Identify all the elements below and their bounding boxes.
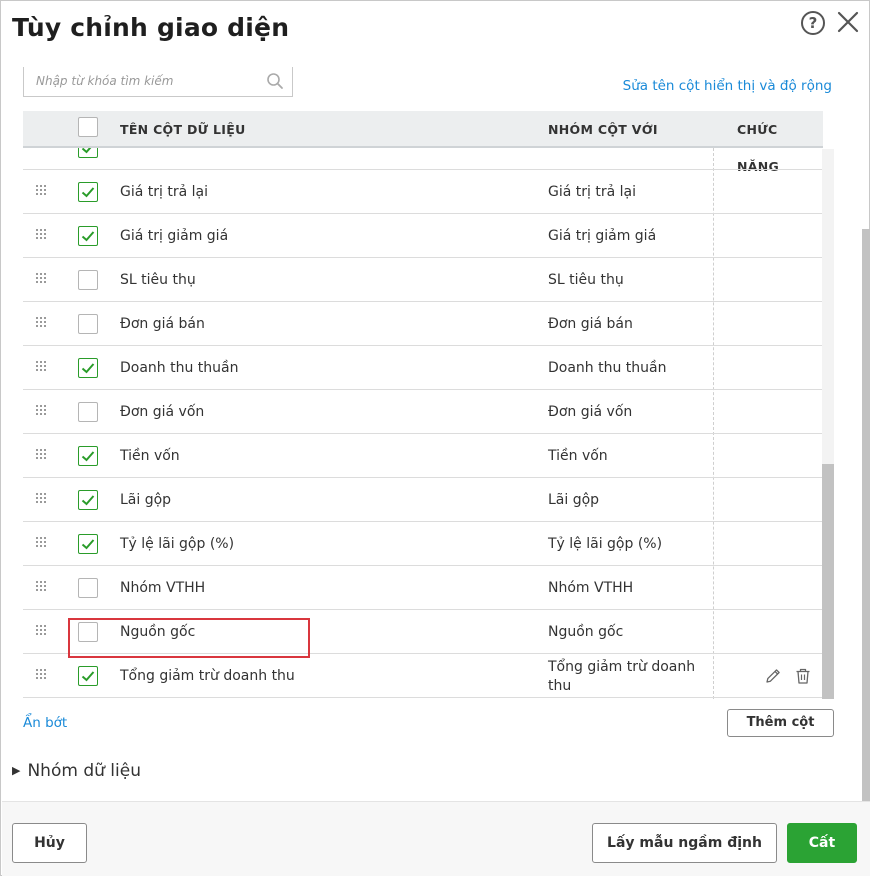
group-with-cell: Đơn giá vốn xyxy=(548,404,633,420)
column-name-cell: Tổng giảm trừ doanh thu xyxy=(120,668,295,684)
table-row[interactable]: Tiền vốn Tiền vốn xyxy=(23,434,823,478)
table-row[interactable]: Giá trị giảm giá Giá trị giảm giá xyxy=(23,214,823,258)
row-checkbox[interactable] xyxy=(78,148,98,158)
cancel-button[interactable]: Hủy xyxy=(12,823,87,863)
drag-handle-icon[interactable] xyxy=(36,317,48,331)
search-input[interactable] xyxy=(24,67,260,95)
group-with-cell: Lãi gộp xyxy=(548,492,600,508)
caret-right-icon: ▶ xyxy=(12,764,21,777)
group-with-cell: Nguồn gốc xyxy=(548,624,624,640)
table-row[interactable]: Đơn giá bán Đơn giá bán xyxy=(23,302,823,346)
drag-handle-icon[interactable] xyxy=(36,185,48,199)
trash-icon[interactable] xyxy=(794,667,812,685)
table-row[interactable]: Nhóm VTHH Nhóm VTHH xyxy=(23,566,823,610)
row-checkbox[interactable] xyxy=(78,270,98,290)
save-button[interactable]: Cất xyxy=(787,823,857,863)
dialog-footer: Hủy Lấy mẫu ngầm định Cất xyxy=(2,801,870,876)
rename-columns-link[interactable]: Sửa tên cột hiển thị và độ rộng xyxy=(623,78,832,94)
table-scrollbar-thumb[interactable] xyxy=(822,464,834,699)
column-name-cell: Nhóm VTHH xyxy=(120,580,206,596)
row-checkbox[interactable] xyxy=(78,402,98,422)
table-row[interactable]: Lãi gộp Lãi gộp xyxy=(23,478,823,522)
table-row[interactable]: Tỷ lệ lãi gộp (%) Tỷ lệ lãi gộp (%) xyxy=(23,522,823,566)
column-name-cell: Giá trị giảm giá xyxy=(120,228,229,244)
search-icon[interactable] xyxy=(266,72,284,90)
add-column-button[interactable]: Thêm cột xyxy=(727,709,834,737)
table-header: TÊN CỘT DỮ LIỆU NHÓM CỘT VỚI CHỨC NĂNG xyxy=(23,111,823,174)
row-checkbox[interactable] xyxy=(78,578,98,598)
row-checkbox[interactable] xyxy=(78,314,98,334)
table-row[interactable]: Đơn giá vốn Đơn giá vốn xyxy=(23,390,823,434)
restore-default-button[interactable]: Lấy mẫu ngầm định xyxy=(592,823,777,863)
data-group-label: Nhóm dữ liệu xyxy=(27,761,141,781)
show-less-link[interactable]: Ẩn bớt xyxy=(23,715,67,731)
row-checkbox[interactable] xyxy=(78,534,98,554)
dialog-title: Tùy chỉnh giao diện xyxy=(12,13,290,42)
drag-handle-icon[interactable] xyxy=(36,493,48,507)
group-with-cell: Nhóm VTHH xyxy=(548,580,634,596)
group-with-cell: Tỷ lệ lãi gộp (%) xyxy=(548,536,663,552)
group-with-cell: Giá trị trả lại xyxy=(548,184,636,200)
row-checkbox[interactable] xyxy=(78,182,98,202)
customize-view-dialog: Tùy chỉnh giao diện ? Sửa tên cột hiển t… xyxy=(0,0,870,876)
row-checkbox[interactable] xyxy=(78,490,98,510)
group-with-cell: Tổng giảm trừ doanh thu xyxy=(548,659,696,694)
drag-handle-icon[interactable] xyxy=(36,405,48,419)
data-group-toggle[interactable]: ▶ Nhóm dữ liệu xyxy=(12,761,141,781)
table-row-partial xyxy=(23,148,823,170)
drag-handle-icon[interactable] xyxy=(36,669,48,683)
column-name-cell: SL tiêu thụ xyxy=(120,272,196,288)
edit-icon[interactable] xyxy=(764,667,782,685)
column-name-cell: Lãi gộp xyxy=(120,492,172,508)
row-checkbox[interactable] xyxy=(78,666,98,686)
table-row[interactable]: Giá trị trả lại Giá trị trả lại xyxy=(23,170,823,214)
drag-handle-icon[interactable] xyxy=(36,449,48,463)
close-icon[interactable] xyxy=(836,10,860,34)
drag-handle-icon[interactable] xyxy=(36,273,48,287)
column-name-cell: Tiền vốn xyxy=(120,448,180,464)
group-with-cell: Đơn giá bán xyxy=(548,316,633,332)
column-name-cell: Giá trị trả lại xyxy=(120,184,208,200)
highlight-box xyxy=(68,618,310,658)
table-row[interactable]: Doanh thu thuần Doanh thu thuần xyxy=(23,346,823,390)
dialog-scrollbar-thumb[interactable] xyxy=(862,229,870,801)
drag-handle-icon[interactable] xyxy=(36,581,48,595)
group-with-cell: SL tiêu thụ xyxy=(548,272,624,288)
column-name-cell: Doanh thu thuần xyxy=(120,360,239,376)
columns-table: TÊN CỘT DỮ LIỆU NHÓM CỘT VỚI CHỨC NĂNG G… xyxy=(23,111,834,699)
select-all-checkbox[interactable] xyxy=(78,117,98,137)
group-with-cell: Tiền vốn xyxy=(548,448,608,464)
drag-handle-icon[interactable] xyxy=(36,361,48,375)
row-checkbox[interactable] xyxy=(78,446,98,466)
column-name-cell: Đơn giá bán xyxy=(120,316,205,332)
search-box xyxy=(23,67,293,97)
group-with-cell: Doanh thu thuần xyxy=(548,360,667,376)
header-column-name: TÊN CỘT DỮ LIỆU xyxy=(120,122,246,137)
drag-handle-icon[interactable] xyxy=(36,229,48,243)
drag-handle-icon[interactable] xyxy=(36,625,48,639)
row-checkbox[interactable] xyxy=(78,358,98,378)
row-checkbox[interactable] xyxy=(78,226,98,246)
drag-handle-icon[interactable] xyxy=(36,537,48,551)
table-body: Giá trị trả lại Giá trị trả lại Giá trị gi… xyxy=(23,148,823,699)
header-actions: CHỨC NĂNG xyxy=(737,122,780,174)
table-row[interactable]: Tổng giảm trừ doanh thu Tổng giảm trừ doa… xyxy=(23,654,823,698)
column-name-cell: Tỷ lệ lãi gộp (%) xyxy=(120,536,235,552)
column-name-cell: Đơn giá vốn xyxy=(120,404,205,420)
header-group-with: NHÓM CỘT VỚI xyxy=(548,122,658,137)
group-with-cell: Giá trị giảm giá xyxy=(548,228,657,244)
table-row[interactable]: SL tiêu thụ SL tiêu thụ xyxy=(23,258,823,302)
help-icon[interactable]: ? xyxy=(801,11,825,35)
